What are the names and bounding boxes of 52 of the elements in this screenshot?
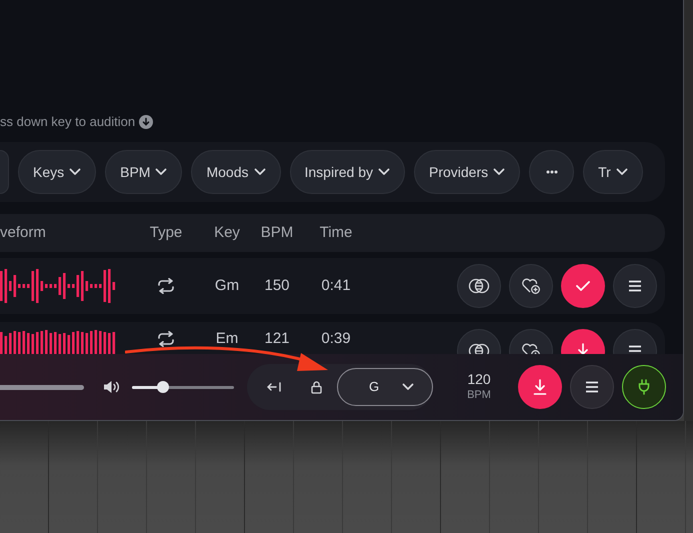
column-header: Type — [148, 222, 184, 243]
favorite-button[interactable] — [509, 264, 553, 308]
hint-text: ss down key to audition — [0, 113, 136, 132]
download-icon — [533, 379, 547, 395]
loop-icon — [157, 331, 175, 347]
chevron-down-icon — [616, 168, 628, 176]
chevron-down-icon — [378, 168, 390, 176]
menu-icon — [585, 381, 599, 393]
filter-dropdown[interactable]: Inspired by — [290, 150, 405, 194]
column-header: veform — [0, 222, 47, 243]
key-select[interactable]: G — [337, 368, 433, 406]
arrow-to-line-icon — [267, 382, 281, 392]
tempo-value: 120 — [467, 371, 491, 387]
lock-icon — [310, 380, 322, 394]
download-button[interactable] — [518, 365, 562, 409]
filter-dropdown[interactable]: Moods — [191, 150, 280, 194]
volume-icon — [103, 380, 121, 394]
bpm-cell-text: 150 — [263, 276, 291, 296]
chevron-down-icon — [69, 168, 82, 176]
filter-dropdown[interactable]: BPM — [105, 150, 182, 194]
key-cell-text: Gm — [214, 276, 240, 296]
chevron-down-icon — [402, 383, 414, 391]
heart-plus-icon — [521, 277, 541, 295]
plugin-button[interactable] — [622, 365, 666, 409]
stems-button[interactable] — [457, 264, 501, 308]
check-icon — [576, 281, 590, 291]
column-header: Key — [213, 222, 241, 243]
chevron-down-icon — [254, 168, 266, 176]
filter-dropdown[interactable]: Tr — [583, 150, 643, 194]
volume-slider[interactable] — [132, 381, 234, 393]
tempo-unit: BPM — [467, 388, 491, 403]
bpm-cell-text: 121 — [263, 329, 291, 349]
menu-button[interactable] — [570, 365, 614, 409]
chevron-down-icon — [493, 168, 506, 176]
key-cell-text: Em — [214, 329, 240, 349]
arrow-down-circle-icon — [139, 115, 154, 129]
menu-icon — [628, 345, 642, 354]
column-header: BPM — [260, 222, 294, 243]
slider-thumb[interactable] — [156, 381, 169, 393]
more-icon — [546, 170, 558, 174]
chevron-down-icon — [155, 168, 168, 176]
progress-bar[interactable] — [0, 384, 84, 390]
column-header: Time — [318, 222, 354, 243]
menu-icon — [628, 280, 642, 292]
stems-icon — [468, 278, 490, 294]
time-cell-text: 0:41 — [320, 276, 352, 296]
time-cell-text: 0:39 — [320, 329, 352, 349]
added-button[interactable] — [561, 264, 605, 308]
filter-dropdown[interactable]: Providers — [414, 150, 520, 194]
filter-dropdown[interactable]: Keys — [18, 150, 96, 194]
menu-button[interactable] — [613, 264, 657, 308]
loop-icon — [157, 278, 175, 294]
